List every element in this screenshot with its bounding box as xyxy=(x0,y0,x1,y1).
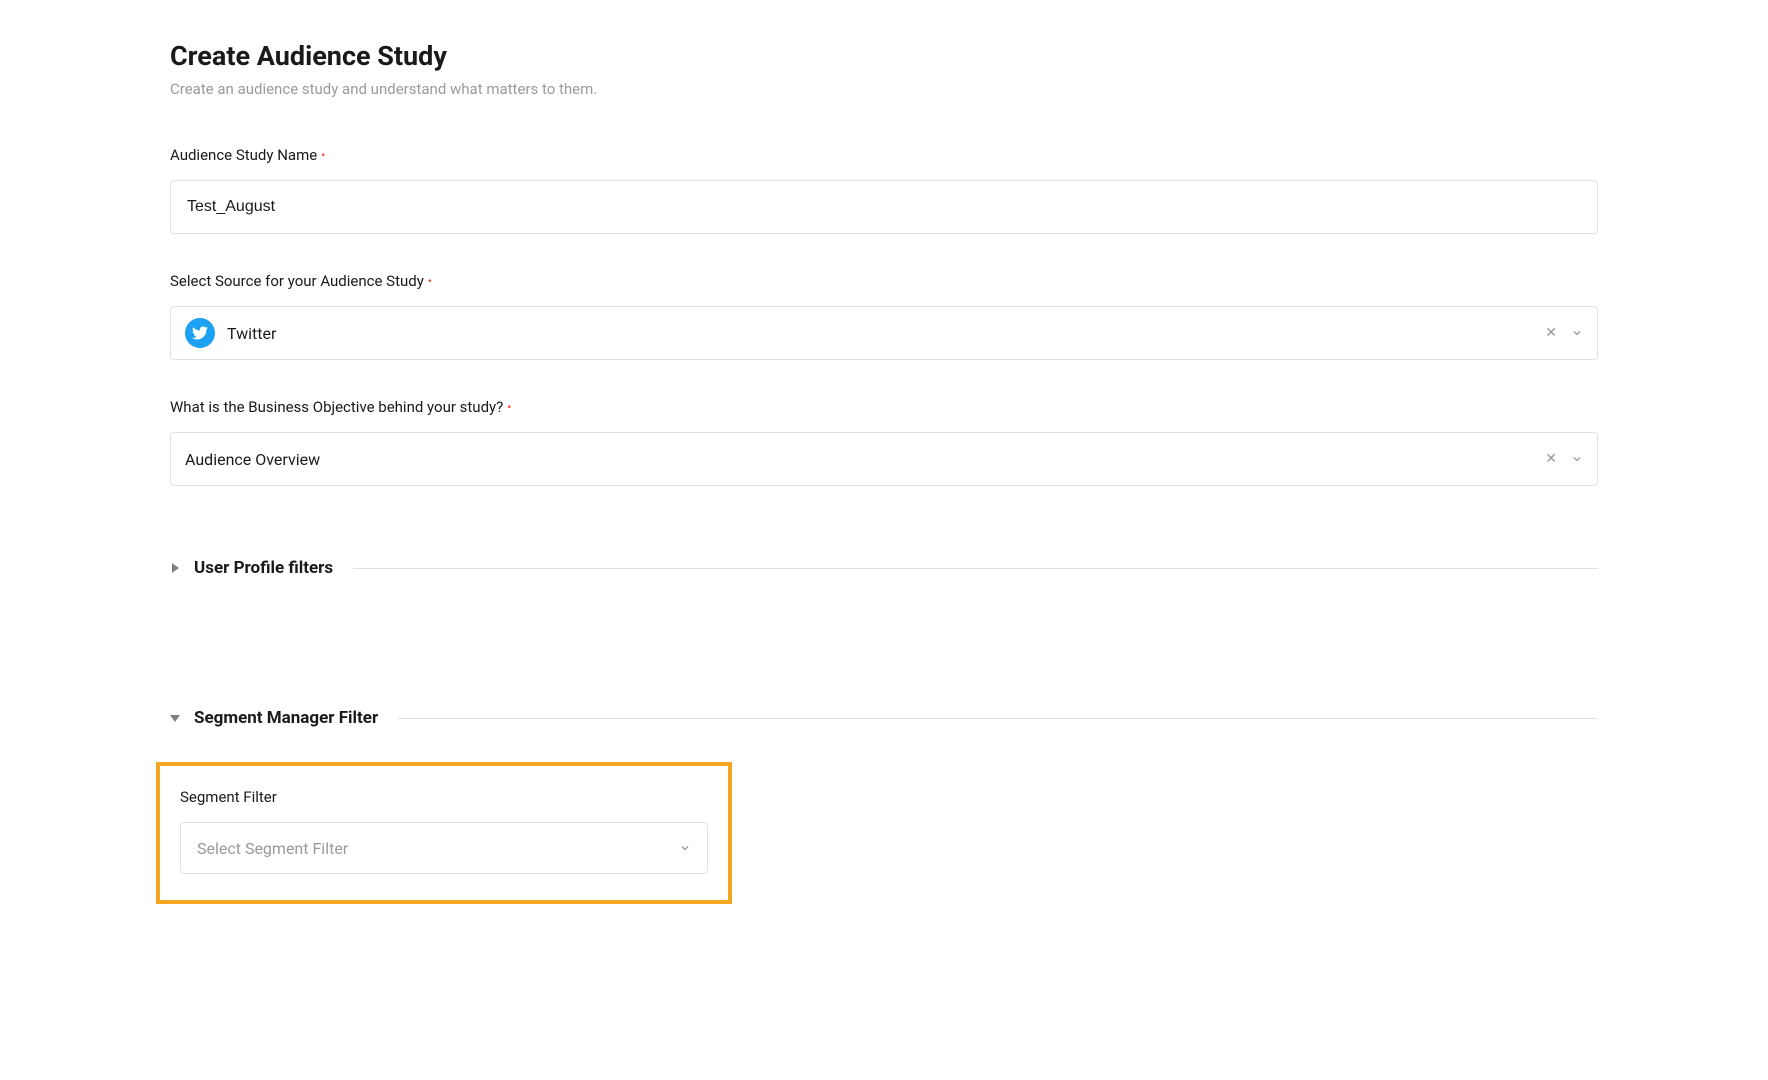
required-indicator-icon: • xyxy=(428,275,432,287)
segment-manager-filter-header[interactable]: Segment Manager Filter xyxy=(170,708,1598,728)
objective-field-group: What is the Business Objective behind yo… xyxy=(170,398,1598,486)
source-label-text: Select Source for your Audience Study xyxy=(170,272,424,290)
source-select-controls: ✕ xyxy=(1543,323,1583,343)
study-name-label: Audience Study Name • xyxy=(170,146,1598,164)
study-name-field-group: Audience Study Name • xyxy=(170,146,1598,234)
study-name-label-text: Audience Study Name xyxy=(170,146,317,164)
chevron-down-icon[interactable] xyxy=(1571,327,1583,339)
objective-value-text: Audience Overview xyxy=(185,450,320,469)
segment-filter-highlight: Segment Filter Select Segment Filter xyxy=(156,762,732,904)
objective-select-controls: ✕ xyxy=(1543,449,1583,469)
segment-filter-placeholder: Select Segment Filter xyxy=(197,839,348,858)
expand-toggle-icon xyxy=(170,713,180,723)
twitter-icon xyxy=(185,318,215,348)
objective-label-text: What is the Business Objective behind yo… xyxy=(170,398,503,416)
user-profile-filters-header[interactable]: User Profile filters xyxy=(170,558,1598,578)
study-name-input[interactable] xyxy=(170,180,1598,234)
section-divider xyxy=(353,568,1598,569)
chevron-down-icon[interactable] xyxy=(1571,453,1583,465)
objective-label: What is the Business Objective behind yo… xyxy=(170,398,1598,416)
collapse-toggle-icon xyxy=(170,563,180,573)
chevron-down-icon[interactable] xyxy=(679,842,691,854)
objective-select-value: Audience Overview xyxy=(185,450,320,469)
objective-select[interactable]: Audience Overview ✕ xyxy=(170,432,1598,486)
source-label: Select Source for your Audience Study • xyxy=(170,272,1598,290)
user-profile-filters-title: User Profile filters xyxy=(194,558,333,578)
segment-manager-filter-title: Segment Manager Filter xyxy=(194,708,378,728)
segment-filter-label: Segment Filter xyxy=(180,788,708,806)
section-divider xyxy=(398,718,1598,719)
clear-icon[interactable]: ✕ xyxy=(1543,449,1559,469)
required-indicator-icon: • xyxy=(321,149,325,161)
source-field-group: Select Source for your Audience Study • … xyxy=(170,272,1598,360)
required-indicator-icon: • xyxy=(507,401,511,413)
page-title: Create Audience Study xyxy=(170,40,1598,72)
source-value-text: Twitter xyxy=(227,324,276,343)
clear-icon[interactable]: ✕ xyxy=(1543,323,1559,343)
source-select[interactable]: Twitter ✕ xyxy=(170,306,1598,360)
page-subtitle: Create an audience study and understand … xyxy=(170,80,1598,98)
segment-filter-select[interactable]: Select Segment Filter xyxy=(180,822,708,874)
source-select-value: Twitter xyxy=(185,318,276,348)
